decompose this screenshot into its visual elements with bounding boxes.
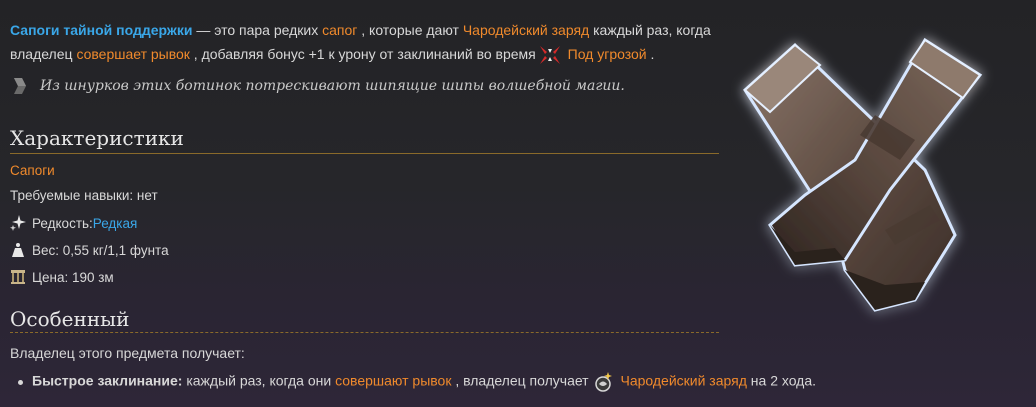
flavor-quote: Из шнурков этих ботинок потрескивают шип…	[12, 76, 625, 96]
item-name: Сапоги тайной поддержки	[10, 22, 193, 38]
item-type-link[interactable]: Сапоги	[10, 163, 55, 178]
weight-icon	[10, 242, 26, 258]
special-heading: Особенный	[10, 307, 130, 331]
weight: Вес: 0,55 кг/1,1 фунта	[32, 242, 169, 258]
threatened-link[interactable]: Под угрозой	[568, 46, 647, 62]
bullet-title: Быстрое заклинание:	[32, 372, 183, 389]
divider	[10, 153, 719, 154]
boots-image	[725, 20, 1025, 330]
price-icon	[10, 269, 26, 285]
dash-link[interactable]: совершает рывок	[76, 46, 189, 62]
rarity-label: Редкость:	[32, 215, 93, 231]
intro-text-4: , добавляя бонус +1 к урону от заклинани…	[189, 46, 536, 62]
arcane-charge-icon	[591, 371, 615, 393]
rarity-row: Редкость: Редкая	[10, 215, 137, 231]
rarity-icon	[10, 215, 26, 231]
required-skills: Требуемые навыки: нет	[10, 188, 158, 203]
intro-text-5: .	[646, 46, 655, 62]
boots-link[interactable]: сапог	[322, 22, 357, 38]
intro-text-1: — это пара редких	[192, 22, 323, 38]
intro-text-2: , которые дают	[357, 22, 463, 38]
intro-paragraph: Сапоги тайной поддержки — это пара редки…	[10, 18, 730, 66]
bullet-text-2: , владелец получает	[451, 372, 589, 389]
bullet-text-1: каждый раз, когда они	[182, 372, 336, 389]
arcane-charge-link[interactable]: Чародейский заряд	[463, 22, 589, 38]
bullet-text-3: на 2 хода.	[746, 372, 817, 389]
dash-link-2[interactable]: совершают рывок	[335, 373, 451, 389]
divider	[10, 332, 719, 333]
price-row: Цена: 190 зм	[10, 269, 114, 285]
quote-icon	[12, 76, 28, 96]
item-type-row: Сапоги	[10, 163, 55, 178]
arcane-charge-link-2[interactable]: Чародейский заряд	[620, 373, 746, 389]
bullet-dot	[18, 379, 23, 385]
required-skills-row: Требуемые навыки: нет	[10, 188, 158, 203]
owner-text-row: Владелец этого предмета получает:	[10, 345, 245, 361]
list-item: Быстрое заклинание: каждый раз, когда он…	[18, 371, 816, 393]
characteristics-heading: Характеристики	[10, 126, 184, 150]
weight-row: Вес: 0,55 кг/1,1 фунта	[10, 242, 169, 258]
threat-icon	[538, 44, 562, 66]
quote-text: Из шнурков этих ботинок потрескивают шип…	[40, 78, 625, 94]
rarity-value-link[interactable]: Редкая	[93, 216, 138, 231]
owner-text: Владелец этого предмета получает:	[10, 345, 245, 361]
price: Цена: 190 зм	[32, 269, 114, 285]
